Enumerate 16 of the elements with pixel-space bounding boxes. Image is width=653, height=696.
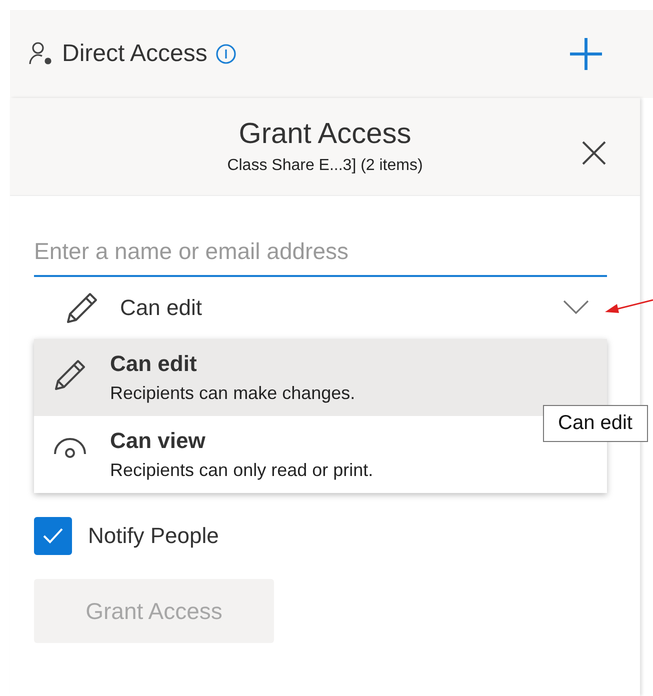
checkbox-label: Notify People (88, 523, 219, 549)
tooltip: Can edit (543, 405, 648, 442)
dialog-title: Grant Access (238, 118, 412, 151)
recipient-input-field[interactable]: Enter a name or email address (34, 234, 607, 277)
checkmark-icon (41, 526, 65, 546)
permission-dropdown[interactable]: Can edit (34, 277, 607, 339)
person-settings-icon (28, 41, 54, 67)
add-icon[interactable] (569, 37, 603, 71)
close-icon[interactable] (581, 140, 607, 166)
permission-option[interactable]: Can edit Recipients can make changes. (34, 339, 607, 416)
dialog-subtitle: Class Share E...3] (2 items) (227, 157, 423, 175)
notify-checkbox[interactable] (34, 517, 72, 555)
pencil-icon (64, 290, 100, 326)
pencil-icon (52, 357, 88, 393)
info-icon[interactable] (215, 43, 238, 65)
section-title: Direct Access (62, 40, 208, 68)
